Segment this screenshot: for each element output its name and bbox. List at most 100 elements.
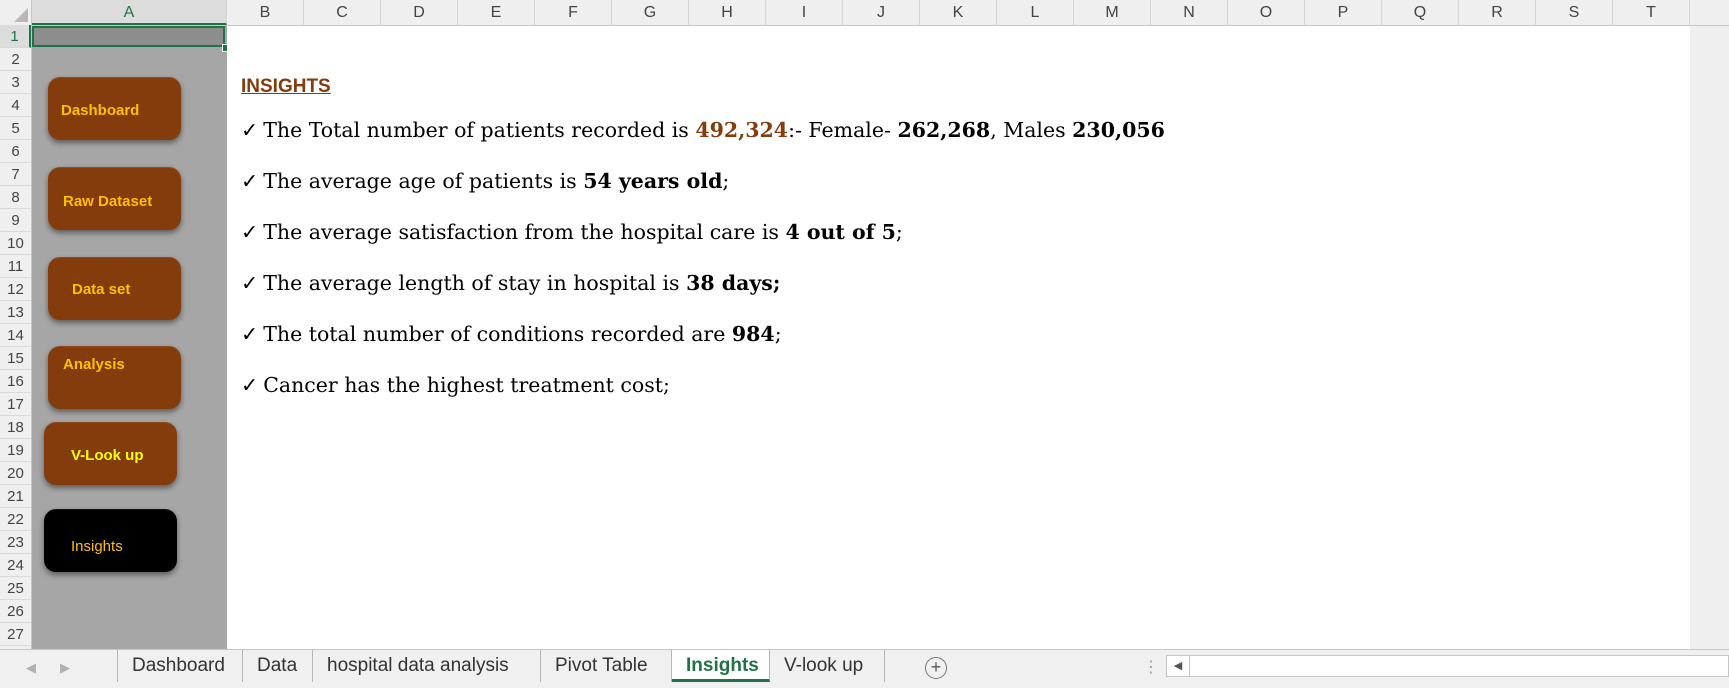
row-header-7[interactable]: 7 [0,163,31,186]
insight-text: The average length of stay in hospital i… [263,271,687,295]
tab-scroll-right-icon[interactable]: ▶ [60,660,70,676]
insight-line-stay: ✓ The average length of stay in hospital … [241,271,780,295]
column-header-o[interactable]: O [1228,0,1305,25]
row-header-21[interactable]: 21 [0,485,31,508]
check-icon: ✓ [241,220,259,244]
column-header-q[interactable]: Q [1382,0,1459,25]
male-count-value: 230,056 [1072,118,1165,142]
check-icon: ✓ [241,322,259,346]
nav-button-raw-dataset[interactable]: Raw Dataset [48,167,181,230]
row-header-20[interactable]: 20 [0,462,31,485]
row-header-11[interactable]: 11 [0,255,31,278]
nav-button-insights-label: Insights [71,538,123,555]
row-header-14[interactable]: 14 [0,324,31,347]
select-all-corner[interactable] [0,0,32,25]
column-header-k[interactable]: K [920,0,997,25]
row-header-12[interactable]: 12 [0,278,31,301]
row-header-19[interactable]: 19 [0,439,31,462]
tab-pivot-table[interactable]: Pivot Table [541,650,672,682]
nav-button-v-look-up[interactable]: V-Look up [44,422,177,485]
female-count-value: 262,268 [897,118,991,142]
insight-suffix: ; [774,322,782,346]
row-header-17[interactable]: 17 [0,393,31,416]
row-header-column: 1 2 3 4 5 6 7 8 9 10 11 12 13 14 15 16 1… [0,25,32,649]
insight-line-satisfaction: ✓ The average satisfaction from the hospi… [241,220,903,244]
insight-text: Cancer has the highest treatment cost; [263,373,670,397]
column-header-t[interactable]: T [1613,0,1690,25]
row-header-4[interactable]: 4 [0,94,31,117]
row-header-23[interactable]: 23 [0,531,31,554]
nav-button-dashboard[interactable]: Dashboard [48,77,181,140]
insight-text: , Males [990,118,1073,142]
column-header-f[interactable]: F [535,0,612,25]
tab-v-look-up[interactable]: V-look up [770,650,885,682]
horizontal-scrollbar[interactable]: ◀ [1166,655,1729,677]
insight-text: The Total number of patients recorded is [263,118,696,142]
tab-dashboard[interactable]: Dashboard [117,650,243,682]
column-header-h[interactable]: H [689,0,766,25]
average-satisfaction-value: 4 out of 5 [785,220,896,244]
average-stay-value: 38 days; [686,271,781,295]
row-header-18[interactable]: 18 [0,416,31,439]
column-header-r[interactable]: R [1459,0,1536,25]
conditions-count-value: 984 [731,322,775,346]
tab-data[interactable]: Data [243,650,313,682]
row-header-15[interactable]: 15 [0,347,31,370]
column-header-b[interactable]: B [227,0,304,25]
check-icon: ✓ [241,169,259,193]
insight-text: The total number of conditions recorded … [263,322,732,346]
selected-cell-a1[interactable] [32,26,225,47]
nav-button-insights[interactable]: Insights [44,509,177,572]
row-header-2[interactable]: 2 [0,48,31,71]
add-sheet-icon[interactable]: + [925,657,947,679]
right-gutter [1690,26,1729,649]
column-header-row: A B C D E F G H I J K L M N O P Q R S T [0,0,1729,26]
column-header-n[interactable]: N [1151,0,1228,25]
row-header-16[interactable]: 16 [0,370,31,393]
row-header-10[interactable]: 10 [0,232,31,255]
column-header-l[interactable]: L [997,0,1074,25]
nav-button-data-set[interactable]: Data set [48,257,181,320]
average-age-value: 54 years old [583,169,723,193]
insight-line-conditions: ✓ The total number of conditions recorded… [241,322,782,346]
nav-button-dashboard-label: Dashboard [61,102,140,119]
insights-heading: INSIGHTS [241,76,331,97]
column-header-d[interactable]: D [381,0,458,25]
check-icon: ✓ [241,118,259,142]
row-header-27[interactable]: 27 [0,623,31,646]
row-header-1[interactable]: 1 [0,25,31,48]
tab-splitter-handle[interactable]: ⋮ [1143,657,1159,677]
nav-button-data-set-label: Data set [72,281,131,298]
column-header-a[interactable]: A [32,0,227,25]
select-all-icon [14,8,28,22]
column-header-e[interactable]: E [458,0,535,25]
insight-line-cost: ✓ Cancer has the highest treatment cost; [241,373,670,397]
tab-insights[interactable]: Insights [672,650,770,682]
row-header-3[interactable]: 3 [0,71,31,94]
nav-button-v-look-up-label: V-Look up [71,447,144,464]
nav-button-raw-dataset-label: Raw Dataset [63,193,153,210]
tab-hospital-data-analysis[interactable]: hospital data analysis [313,650,541,682]
column-header-c[interactable]: C [304,0,381,25]
row-header-13[interactable]: 13 [0,301,31,324]
row-header-24[interactable]: 24 [0,554,31,577]
column-header-p[interactable]: P [1305,0,1382,25]
row-header-22[interactable]: 22 [0,508,31,531]
column-header-s[interactable]: S [1536,0,1613,25]
column-header-i[interactable]: I [766,0,843,25]
insight-text: The average age of patients is [263,169,584,193]
column-header-j[interactable]: J [843,0,920,25]
nav-button-analysis[interactable]: Analysis [48,346,181,409]
row-header-6[interactable]: 6 [0,140,31,163]
column-header-g[interactable]: G [612,0,689,25]
row-header-25[interactable]: 25 [0,577,31,600]
row-header-9[interactable]: 9 [0,209,31,232]
insight-text: The average satisfaction from the hospit… [263,220,786,244]
insight-line-patients: ✓ The Total number of patients recorded i… [241,118,1165,142]
row-header-26[interactable]: 26 [0,600,31,623]
scroll-left-icon[interactable]: ◀ [1167,656,1190,676]
tab-scroll-left-icon[interactable]: ◀ [26,660,36,676]
row-header-5[interactable]: 5 [0,117,31,140]
column-header-m[interactable]: M [1074,0,1151,25]
row-header-8[interactable]: 8 [0,186,31,209]
